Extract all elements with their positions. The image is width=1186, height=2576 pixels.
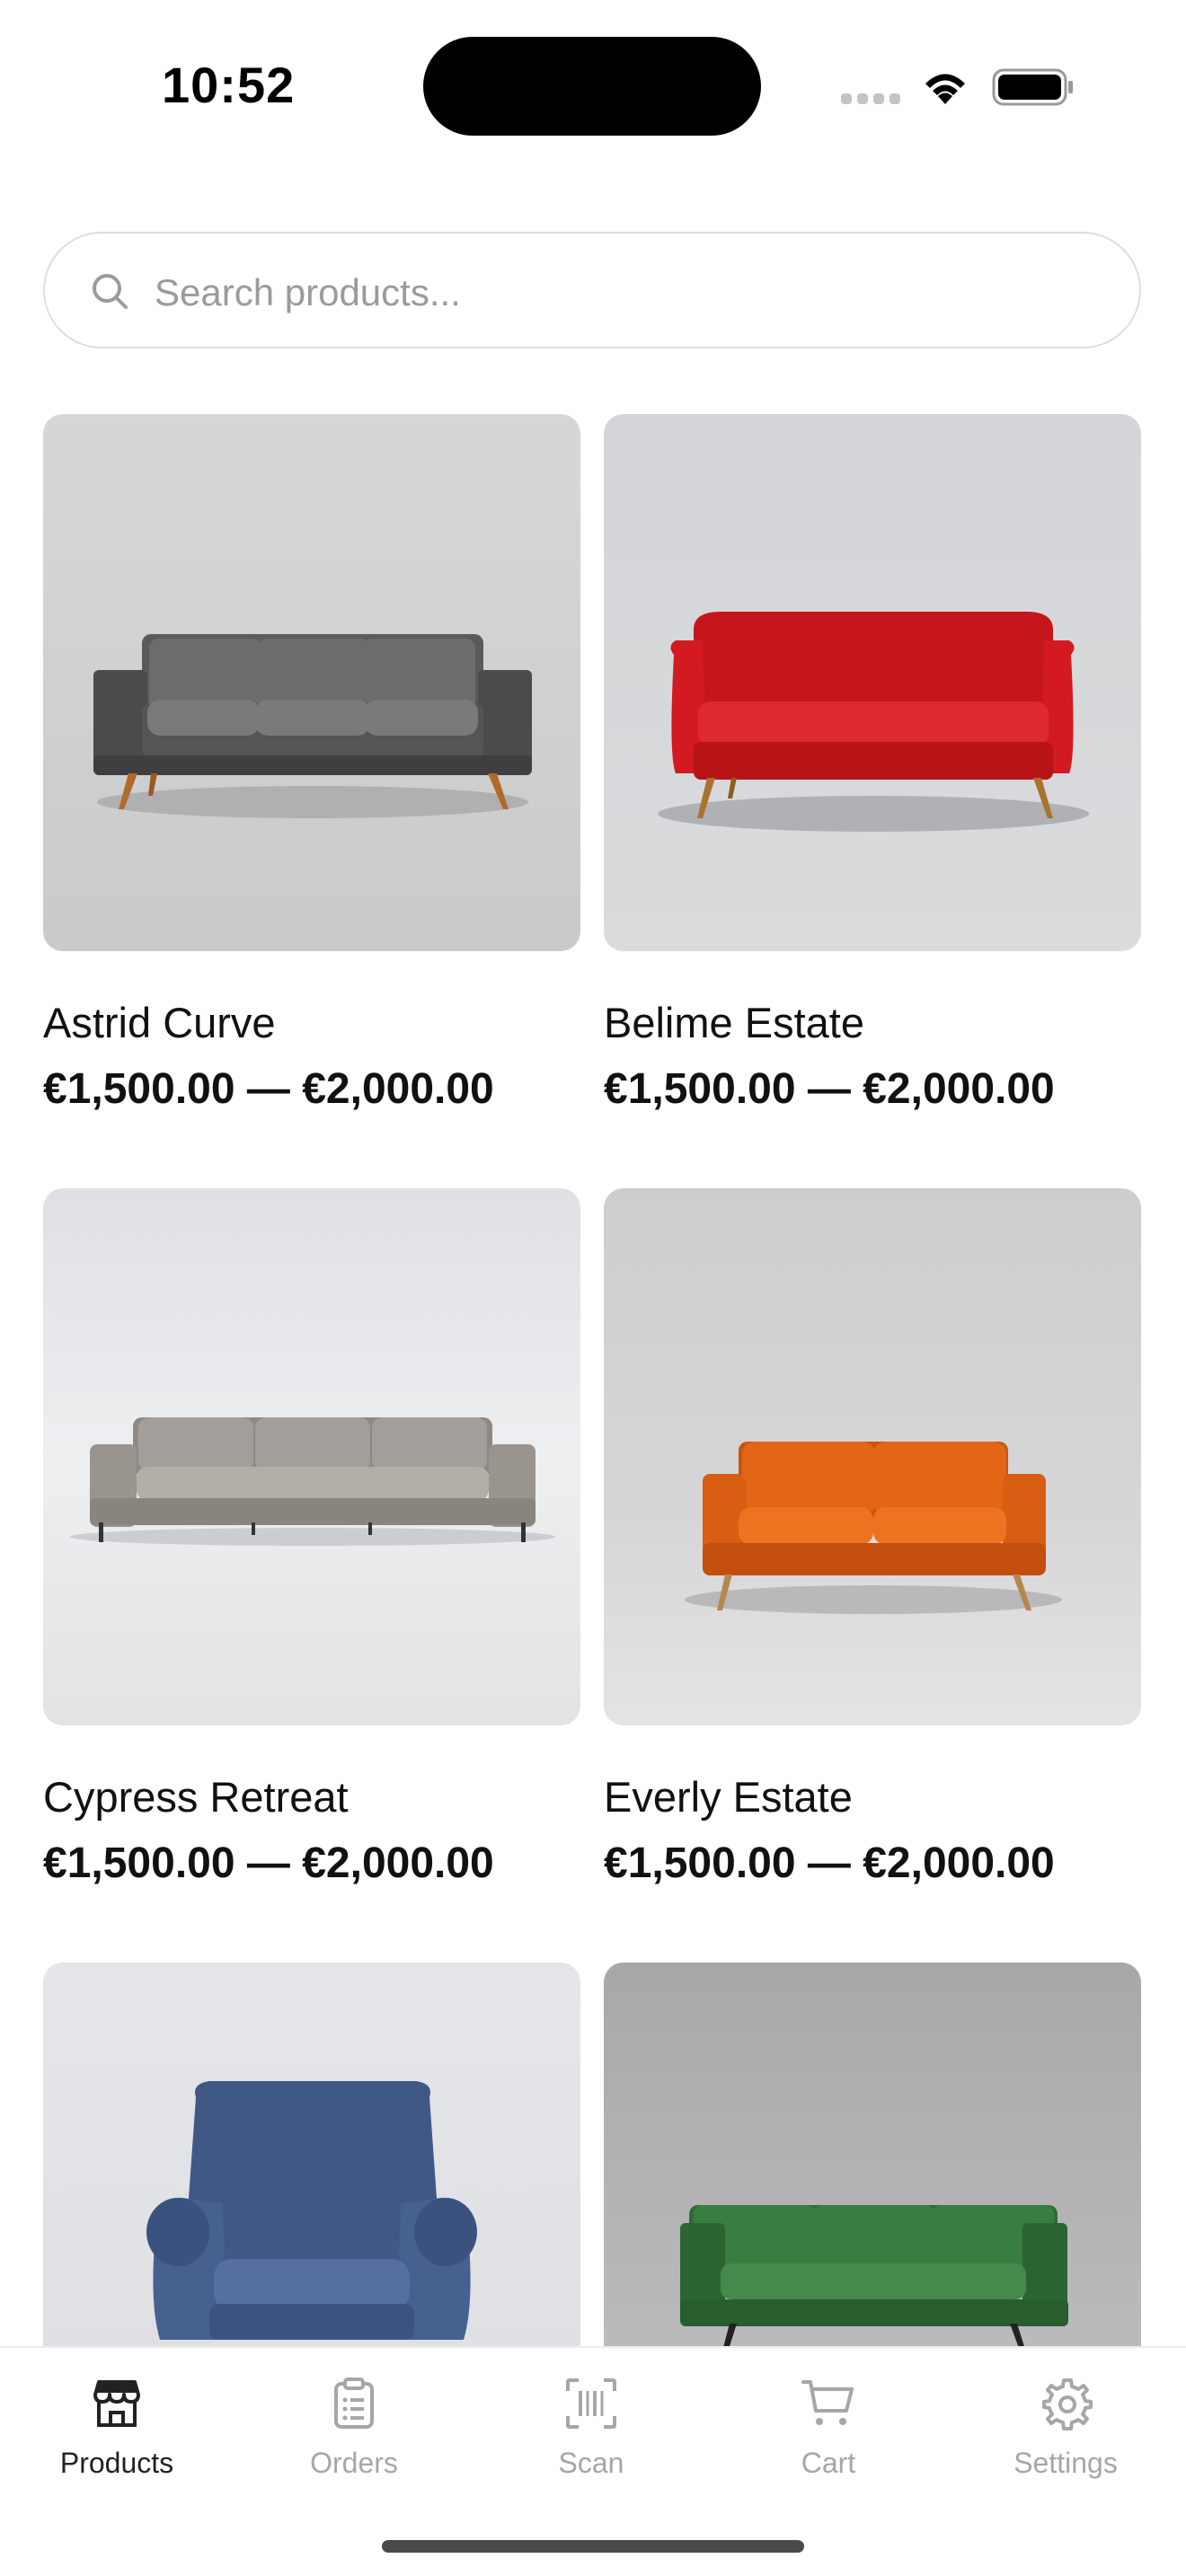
red-sofa-image — [604, 414, 1141, 951]
tab-bar: Products Orders Scan Cart Settings — [0, 2346, 1186, 2576]
product-card[interactable]: Cypress Retreat €1,500.00 — €2,000.00 — [43, 1188, 580, 1887]
barcode-scan-icon — [566, 2378, 616, 2429]
product-image[interactable] — [43, 1963, 580, 2346]
dynamic-island — [423, 37, 761, 136]
green-sofa-image — [604, 1963, 1141, 2346]
product-price: €1,500.00 — €2,000.00 — [43, 1065, 494, 1113]
product-card[interactable] — [604, 1963, 1141, 2346]
clipboard-icon — [334, 2378, 374, 2429]
product-grid: Astrid Curve €1,500.00 — €2,000.00 Belim… — [0, 0, 1186, 2346]
battery-icon — [992, 68, 1073, 106]
product-image[interactable] — [604, 1188, 1141, 1725]
tab-scan[interactable]: Scan — [501, 2375, 681, 2492]
status-bar: 10:52 — [0, 0, 1186, 171]
tab-label: Orders — [310, 2447, 398, 2479]
tab-settings[interactable]: Settings — [976, 2375, 1155, 2492]
product-image[interactable] — [604, 1963, 1141, 2346]
product-name: Cypress Retreat — [43, 1773, 349, 1821]
cellular-signal-icon — [841, 93, 900, 104]
tab-cart[interactable]: Cart — [739, 2375, 918, 2492]
taupe-sofa-image — [43, 1188, 580, 1725]
product-price: €1,500.00 — €2,000.00 — [604, 1065, 1055, 1113]
tab-label: Scan — [558, 2447, 624, 2479]
orange-sofa-image — [604, 1188, 1141, 1725]
product-image[interactable] — [604, 414, 1141, 951]
search-icon — [93, 274, 128, 309]
search-bar[interactable]: Search products... — [43, 232, 1141, 348]
gear-icon — [1042, 2378, 1093, 2430]
tab-label: Cart — [801, 2447, 856, 2479]
tab-orders[interactable]: Orders — [264, 2375, 444, 2492]
product-card[interactable] — [43, 1963, 580, 2346]
tab-products[interactable]: Products — [27, 2375, 207, 2492]
product-name: Astrid Curve — [43, 999, 276, 1046]
storefront-icon — [93, 2380, 140, 2427]
cart-icon — [801, 2380, 854, 2425]
product-name: Belime Estate — [604, 999, 864, 1046]
product-price: €1,500.00 — €2,000.00 — [43, 1839, 494, 1887]
tab-label: Settings — [1013, 2447, 1118, 2479]
product-image[interactable] — [43, 1188, 580, 1725]
product-image[interactable] — [43, 414, 580, 951]
tab-label: Products — [59, 2447, 174, 2479]
product-name: Everly Estate — [604, 1773, 853, 1821]
wifi-icon — [925, 74, 965, 104]
gray-sofa-image — [43, 414, 580, 951]
home-indicator — [382, 2540, 804, 2553]
product-card[interactable]: Everly Estate €1,500.00 — €2,000.00 — [604, 1188, 1141, 1887]
product-price: €1,500.00 — €2,000.00 — [604, 1839, 1055, 1887]
status-time: 10:52 — [162, 57, 296, 113]
product-card[interactable]: Belime Estate €1,500.00 — €2,000.00 — [604, 414, 1141, 1113]
blue-armchair-image — [43, 1963, 580, 2346]
search-input[interactable]: Search products... — [155, 271, 461, 314]
product-card[interactable]: Astrid Curve €1,500.00 — €2,000.00 — [43, 414, 580, 1113]
